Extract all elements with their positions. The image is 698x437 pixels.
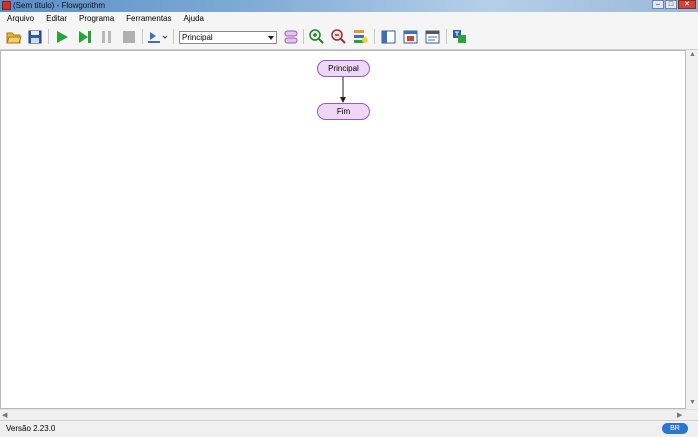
minimize-button[interactable]: –	[652, 0, 664, 9]
status-bar: Versão 2.23.0 BR	[0, 420, 698, 437]
toolbar-separator	[446, 29, 447, 44]
menu-arquivo[interactable]: Arquivo	[2, 12, 39, 25]
pause-icon[interactable]	[98, 28, 115, 45]
chevron-down-icon	[268, 36, 274, 40]
toolbar-separator	[142, 29, 143, 44]
step-icon[interactable]	[76, 28, 93, 45]
variables-panel-icon[interactable]	[380, 28, 397, 45]
toolbar-separator	[303, 29, 304, 44]
scroll-down-icon[interactable]: ▼	[689, 399, 696, 406]
flowchart-canvas[interactable]: Principal Fim	[0, 50, 686, 409]
end-node[interactable]: Fim	[317, 103, 370, 120]
layout-icon[interactable]	[352, 28, 369, 45]
menu-bar: Arquivo Editar Programa Ferramentas Ajud…	[0, 12, 698, 25]
speed-icon[interactable]	[147, 28, 169, 45]
toolbar	[0, 25, 698, 50]
run-icon[interactable]	[53, 28, 70, 45]
scroll-up-icon[interactable]: ▲	[689, 51, 696, 58]
save-icon[interactable]	[26, 28, 43, 45]
window-controls: – □ ✕	[651, 0, 696, 10]
connector-arrow	[340, 77, 346, 103]
toolbar-separator	[374, 29, 375, 44]
title-bar: (Sem título) - Flowgorithm – □ ✕	[0, 0, 698, 12]
code-panel-icon[interactable]	[424, 28, 441, 45]
function-select[interactable]: Principal	[179, 31, 277, 44]
open-folder-icon[interactable]	[5, 28, 22, 45]
zoom-in-icon[interactable]	[308, 28, 325, 45]
toolbar-separator	[173, 29, 174, 44]
vertical-scrollbar[interactable]: ▲ ▼	[686, 50, 698, 409]
menu-editar[interactable]: Editar	[41, 12, 72, 25]
translate-icon[interactable]	[451, 28, 468, 45]
close-button[interactable]: ✕	[678, 0, 696, 9]
app-icon	[2, 1, 11, 10]
scroll-left-icon[interactable]: ◀	[2, 411, 7, 419]
scroll-right-icon[interactable]: ▶	[677, 411, 682, 419]
maximize-button[interactable]: □	[665, 0, 677, 9]
menu-ajuda[interactable]: Ajuda	[179, 12, 209, 25]
start-node[interactable]: Principal	[317, 60, 370, 77]
function-manager-icon[interactable]	[282, 28, 299, 45]
console-panel-icon[interactable]	[402, 28, 419, 45]
stop-icon[interactable]	[120, 28, 137, 45]
function-select-value: Principal	[182, 33, 213, 42]
version-label: Versão 2.23.0	[6, 424, 56, 433]
zoom-out-icon[interactable]	[330, 28, 347, 45]
language-button[interactable]: BR	[662, 423, 688, 434]
menu-programa[interactable]: Programa	[74, 12, 119, 25]
toolbar-separator	[48, 29, 49, 44]
menu-ferramentas[interactable]: Ferramentas	[121, 12, 176, 25]
window-title: (Sem título) - Flowgorithm	[13, 1, 106, 10]
